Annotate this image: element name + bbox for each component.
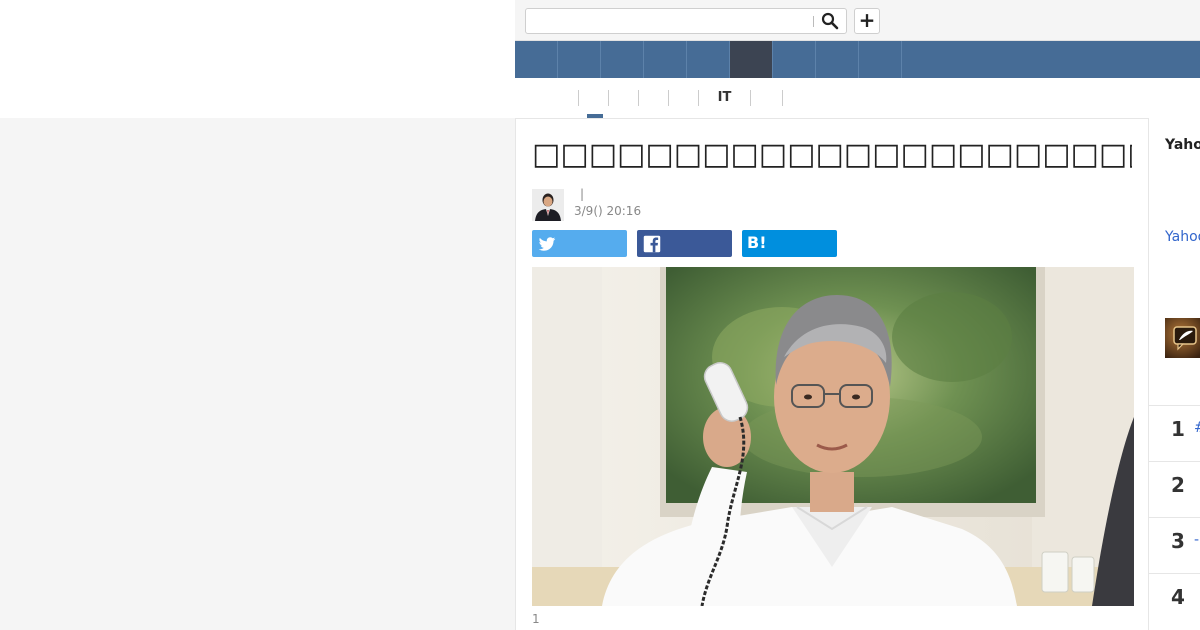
comment-icon (1165, 318, 1200, 358)
photo-illustration (532, 267, 1134, 606)
main-nav (515, 41, 1200, 78)
rank-link[interactable]: - (1194, 532, 1199, 548)
rank-number: 3 (1171, 529, 1185, 553)
sidebar-title: Yahoo (1165, 137, 1200, 153)
facebook-share-button[interactable] (637, 230, 732, 257)
rank-link[interactable]: # (1194, 420, 1200, 436)
twitter-icon (538, 237, 556, 251)
nav-item[interactable] (859, 41, 902, 78)
add-button[interactable]: + (854, 8, 880, 34)
nav-item[interactable] (773, 41, 816, 78)
hatena-bookmark-button[interactable]: B! (742, 230, 837, 257)
search-icon (821, 12, 839, 30)
sub-nav: IT (515, 78, 1200, 118)
article-title: □□□□□□□□□□□□□□□□□□□□□□□□□□□□□□□□□□□□□ (532, 137, 1132, 172)
author-avatar[interactable] (532, 189, 564, 221)
nav-item[interactable] (816, 41, 859, 78)
left-gutter (0, 118, 515, 630)
publish-date: 3/9() 20:16 (574, 204, 642, 218)
search-divider (813, 16, 814, 27)
ranking-item[interactable]: 4 (1149, 573, 1200, 629)
ranking-item[interactable]: 3 - (1149, 517, 1200, 573)
rank-number: 1 (1171, 417, 1185, 441)
twitter-share-button[interactable] (532, 230, 627, 257)
sidebar-thumbnail[interactable] (1165, 318, 1200, 358)
nav-item[interactable] (515, 41, 558, 78)
subnav-item[interactable] (609, 90, 639, 106)
subnav-item-active[interactable] (579, 90, 609, 106)
nav-item[interactable] (558, 41, 601, 78)
ranking-item[interactable]: 1 # (1149, 405, 1200, 461)
rank-number: 4 (1171, 585, 1185, 609)
author-separator: | (580, 187, 585, 201)
sidebar: Yahoo Yahoo 1 # 2 (1149, 118, 1200, 630)
search-box (525, 8, 847, 34)
search-button[interactable] (821, 12, 841, 30)
subnav-item[interactable] (669, 90, 699, 106)
subnav-item-it[interactable]: IT (699, 90, 751, 106)
sidebar-link[interactable]: Yahoo (1165, 229, 1200, 245)
nav-item-active[interactable] (730, 41, 773, 78)
article: □□□□□□□□□□□□□□□□□□□□□□□□□□□□□□□□□□□□□ | … (515, 118, 1149, 630)
hatena-icon: B! (747, 233, 767, 252)
subnav-item[interactable] (545, 90, 579, 106)
top-bar: + (515, 0, 1200, 41)
subnav-item[interactable] (751, 90, 783, 106)
plus-icon: + (858, 8, 876, 32)
article-photo (532, 267, 1134, 606)
rank-number: 2 (1171, 473, 1185, 497)
nav-item[interactable] (601, 41, 644, 78)
ranking-item[interactable]: 2 (1149, 461, 1200, 517)
nav-item[interactable] (687, 41, 730, 78)
page: + IT □□□□□□□□□□□□□□□□□□□□□□□□□□□□□□□□□□□… (0, 0, 1200, 630)
author-photo (532, 189, 564, 221)
search-input[interactable] (532, 12, 802, 30)
nav-item[interactable] (644, 41, 687, 78)
photo-caption: 1 (532, 612, 540, 626)
subnav-item[interactable] (639, 90, 669, 106)
facebook-icon (643, 235, 661, 253)
